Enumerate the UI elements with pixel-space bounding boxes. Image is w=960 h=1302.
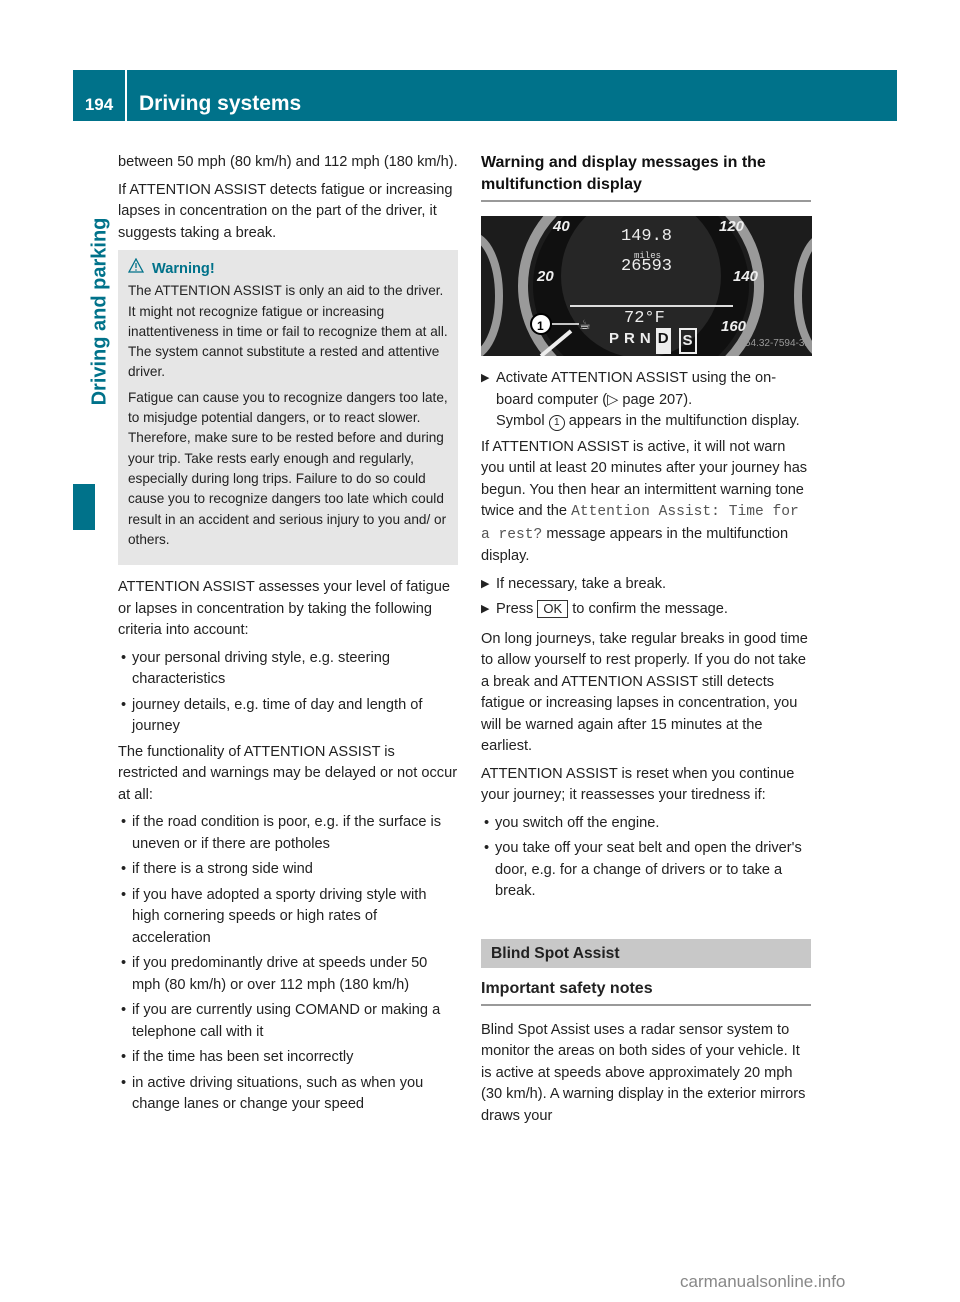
right-column: Warning and display messages in the mult… (481, 152, 812, 1133)
list-item: if you are currently using COMAND or mak… (118, 1000, 458, 1043)
warning-header: Warning! (127, 257, 450, 279)
restrictions-list: if the road condition is poor, e.g. if t… (118, 812, 458, 1116)
list-item: you take off your seat belt and open the… (481, 838, 811, 903)
watermark: carmanualsonline.info (680, 1272, 846, 1291)
paragraph: The functionality of ATTENTION ASSIST is… (118, 743, 458, 803)
list-item: if you predominantly drive at speeds und… (118, 953, 458, 996)
section-heading: Warning and display messages in the mult… (481, 152, 811, 202)
paragraph: between 50 mph (80 km/h) and 112 mph (18… (118, 154, 458, 170)
paragraph: Blind Spot Assist uses a radar sensor sy… (481, 1021, 806, 1124)
speed-label: 120 (719, 218, 745, 235)
action-step: ▶ If necessary, take a break. (481, 574, 811, 596)
coffee-cup-icon: ☕ (579, 317, 591, 332)
outside-temperature: 72°F (624, 309, 665, 328)
list-item: if the road condition is poor, e.g. if t… (118, 812, 458, 855)
action-arrow-icon: ▶ (481, 603, 490, 615)
action-step: ▶ Activate ATTENTION ASSIST using the on… (481, 370, 800, 431)
side-tab: Driving and parking (86, 150, 114, 472)
criteria-list: your personal driving style, e.g. steeri… (118, 648, 458, 738)
paragraph: On long journeys, take regular breaks in… (481, 630, 808, 755)
list-item: if there is a strong side wind (118, 859, 458, 881)
paragraph: ATTENTION ASSIST is reset when you conti… (481, 765, 795, 804)
speed-label: 140 (733, 268, 759, 285)
warning-title: Warning! (152, 260, 215, 277)
warning-triangle-icon (127, 257, 145, 279)
warning-box: Warning! The ATTENTION ASSIST is only an… (118, 250, 458, 566)
callout-number: 1 (537, 319, 544, 333)
paragraph: If ATTENTION ASSIST is active, it will n… (481, 438, 808, 565)
action-step: ▶ Press OK to confirm the message. (481, 599, 811, 621)
page-number: 194 (73, 70, 125, 121)
paragraph: ATTENTION ASSIST assesses your level of … (118, 579, 450, 639)
gear-p: P (609, 330, 623, 347)
gear-n: N (639, 330, 654, 347)
gear-r: R (624, 330, 638, 347)
section-title-bar: Blind Spot Assist (481, 938, 811, 968)
list-item: you switch off the engine. (481, 813, 811, 835)
list-item: if you have adopted a sporty driving sty… (118, 885, 458, 950)
speed-label: 40 (553, 218, 570, 235)
gear-indicator: P R N D S (609, 328, 697, 354)
subsection-heading: Important safety notes (481, 978, 811, 1006)
side-tab-marker (73, 484, 95, 530)
list-item: in active driving situations, such as wh… (118, 1073, 458, 1116)
left-column: between 50 mph (80 km/h) and 112 mph (18… (118, 152, 458, 1120)
speed-label: 20 (537, 268, 554, 285)
trip-distance: 149.8 (621, 227, 673, 246)
warning-paragraph: The ATTENTION ASSIST is only an aid to t… (128, 283, 448, 380)
callout-marker: 1 (548, 415, 565, 431)
list-item: if the time has been set incorrectly (118, 1047, 458, 1069)
image-code: P54.32-7594-31 (738, 337, 810, 349)
side-tab-label: Driving and parking (88, 217, 111, 405)
paragraph: If ATTENTION ASSIST detects fatigue or i… (118, 181, 453, 241)
list-item: your personal driving style, e.g. steeri… (118, 648, 458, 691)
list-item: journey details, e.g. time of day and le… (118, 695, 458, 738)
ok-key-icon: OK (537, 600, 569, 618)
odometer: 26593 (621, 257, 673, 276)
action-arrow-icon: ▶ (481, 372, 490, 384)
action-arrow-icon: ▶ (481, 577, 490, 590)
page-header: 194 Driving systems (73, 70, 897, 121)
gear-d: D (655, 328, 671, 354)
gear-s: S (678, 328, 697, 354)
chapter-title: Driving systems (127, 70, 897, 121)
reset-list: you switch off the engine. you take off … (481, 813, 811, 903)
instrument-cluster-image: 149.8 miles 26593 72°F 40 20 120 140 160… (481, 216, 812, 356)
warning-paragraph: Fatigue can cause you to recognize dange… (128, 389, 448, 547)
page-reference-link[interactable]: ▷ page 207 (607, 392, 683, 408)
